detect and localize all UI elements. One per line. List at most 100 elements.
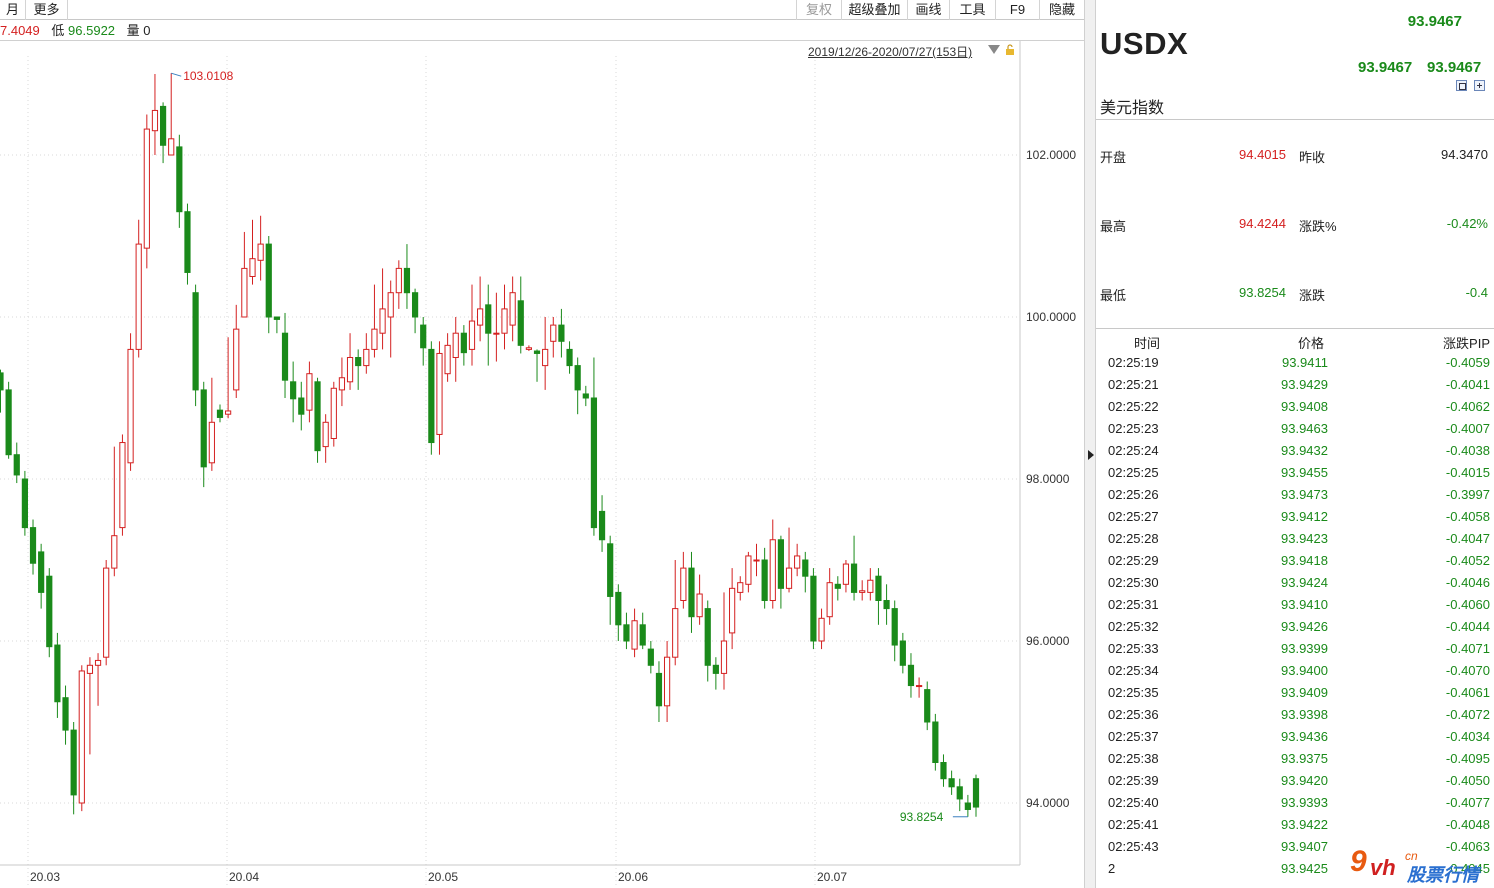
candle-body [533,350,541,354]
candle-body [200,389,207,468]
candle-body [501,308,508,334]
change-pct-value: -0.42% [1446,216,1488,231]
candle-body [94,659,102,666]
tick-change: -0.4047 [1445,531,1490,546]
x-tick-label: 20.07 [817,870,847,884]
panel-splitter[interactable] [1084,0,1096,888]
draw-line-button[interactable]: 画线 [908,0,950,20]
high-value-panel: 94.4244 [1239,216,1286,231]
tick-change: -0.4072 [1445,707,1490,722]
candle-body [867,579,874,593]
panel-add-icon[interactable] [1474,80,1485,91]
panel-float-icon[interactable] [1456,80,1467,91]
site-watermark-logo: 9 vh cn 股票行情 [1350,845,1479,885]
y-tick-label: 102.0000 [1026,148,1076,162]
f9-button[interactable]: F9 [996,0,1040,20]
candle-body [273,316,280,320]
overlay-button[interactable]: 超级叠加 [842,0,908,20]
candle-body [802,559,809,577]
candle-body [826,582,833,618]
candle-body [647,648,654,666]
candle-body [761,559,768,601]
tick-row: 02:25:21 93.9429 -0.4041 [1096,377,1494,399]
candle-body [5,389,12,456]
candle-body [696,593,703,618]
candle-body [672,608,679,658]
candle-body [810,575,817,642]
candle-body [143,128,150,249]
collapse-arrow-icon[interactable] [1088,450,1094,460]
tick-price: 93.9429 [1281,377,1328,392]
tick-time: 02:25:33 [1108,641,1159,656]
candle-body [265,243,272,318]
candle-body [314,381,321,452]
change-label: 涨跌 [1299,288,1326,303]
tick-row: 02:25:32 93.9426 -0.4044 [1096,619,1494,641]
symbol-code: USDX [1100,26,1189,61]
x-tick-label: 20.06 [618,870,648,884]
candle-body [493,332,500,335]
candle-body [387,292,394,318]
candle-body [379,308,386,334]
tick-change: -0.4015 [1445,465,1490,480]
tick-price: 93.9425 [1281,861,1328,876]
ohlc-info-line: 7.4049 低 96.5922 量 0 [0,22,151,40]
tick-time: 02:25:35 [1108,685,1159,700]
tools-button[interactable]: 工具 [950,0,996,20]
tick-row: 02:25:25 93.9455 -0.4015 [1096,465,1494,487]
ticks-header-price: 价格 [1298,336,1325,351]
low-label: 低 [51,23,65,38]
candle-body [54,644,61,703]
candle-body [338,377,346,391]
candle-body [834,583,841,589]
candle-body [395,267,402,294]
candle-body [86,664,94,674]
tick-time: 02:25:41 [1108,817,1159,832]
candlestick-chart[interactable]: 102.0000 100.0000 98.0000 96.0000 94.0000 20.… [0,41,1084,888]
candle-body [680,567,687,601]
candle-body [590,397,598,529]
candle-body [704,608,711,666]
candle-body [38,551,45,593]
more-button[interactable]: 更多 [26,0,68,20]
tick-price: 93.9424 [1281,575,1328,590]
tick-price: 93.9463 [1281,421,1328,436]
candle-body [468,320,476,350]
tick-time: 02:25:36 [1108,707,1159,722]
candle-body [346,357,354,383]
candle-body [753,559,760,562]
tick-time: 02:25:19 [1108,355,1159,370]
chart-toolbar: 月 更多 复权 超级叠加 画线 工具 F9 隐藏 [0,0,1084,20]
candle-body [420,324,427,349]
high-label: 最高 [1100,219,1127,234]
tick-row: 02:25:34 93.9400 -0.4070 [1096,663,1494,685]
candle-body [745,555,752,585]
candle-body [907,664,915,687]
candle-body [769,539,776,601]
candle-body [127,348,134,464]
range-dropdown-icon[interactable] [988,45,1000,54]
date-range-selector[interactable]: 2019/12/26-2020/07/27(153日) [808,43,972,60]
tick-row: 02:25:38 93.9375 -0.4095 [1096,751,1494,773]
tick-change: -0.4077 [1445,795,1490,810]
period-month-button[interactable]: 月 [0,0,26,20]
prev-close-value: 94.3470 [1441,147,1488,162]
candle-body [21,478,28,529]
candle-body [0,372,4,391]
tick-price: 93.9398 [1281,707,1328,722]
restore-rights-button[interactable]: 复权 [796,0,842,20]
tick-row: 02:25:37 93.9436 -0.4034 [1096,729,1494,751]
hide-button[interactable]: 隐藏 [1040,0,1084,20]
tick-time: 02:25:26 [1108,487,1159,502]
candle-body [485,304,492,334]
tick-change: -0.4041 [1445,377,1490,392]
tick-price: 93.9418 [1281,553,1328,568]
candle-body [151,109,159,132]
volume-label: 量 [126,23,140,38]
candle-body [777,539,784,589]
lock-icon[interactable] [1005,44,1015,55]
bid-price: 93.9467 [1358,59,1413,76]
tick-time: 02:25:30 [1108,575,1159,590]
tick-price: 93.9420 [1281,773,1328,788]
min-price-annotation: 93.8254 [900,810,944,824]
